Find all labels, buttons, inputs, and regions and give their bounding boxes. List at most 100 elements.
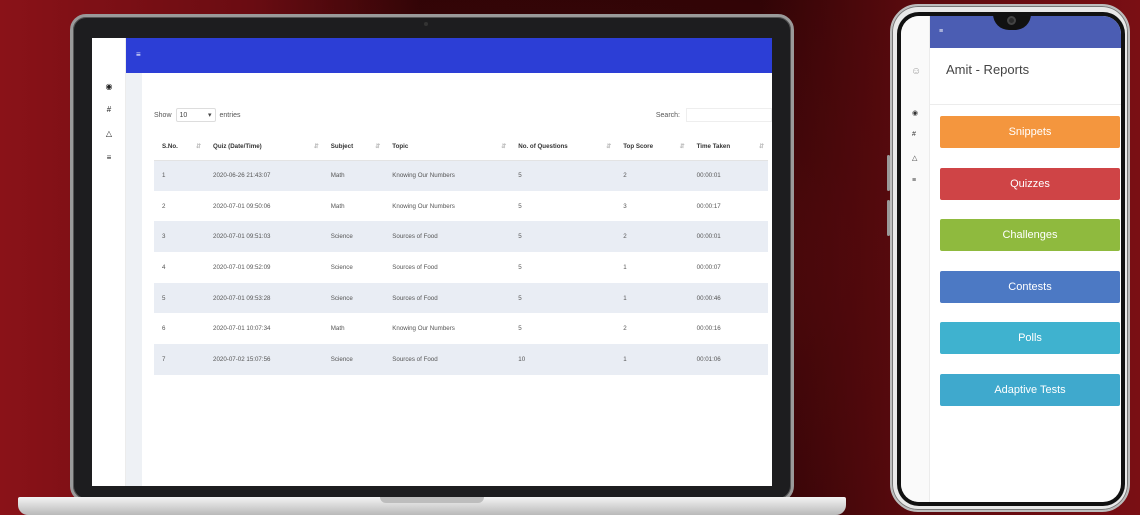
adaptive-tests-button[interactable]: Adaptive Tests xyxy=(940,374,1120,406)
table-cell: 00:00:46 xyxy=(688,282,768,314)
table-cell: 1 xyxy=(154,160,206,191)
phone-screen: ☺ ◉ # △ ≡ ≡ Amit - Reports Snippets Quiz… xyxy=(901,16,1121,502)
table-cell: 2020-07-01 09:51:03 xyxy=(205,221,323,253)
entries-select[interactable]: 10 ▾ xyxy=(175,108,216,122)
table-row: 5 2020-07-01 09:53:28 Science Sources of… xyxy=(154,282,768,314)
table-cell: Science xyxy=(322,221,385,253)
hash-icon[interactable]: # xyxy=(912,131,916,138)
table-cell: 2 xyxy=(615,160,689,191)
table-cell: 00:01:06 xyxy=(688,344,768,375)
column-header[interactable]: Subject ⇵ xyxy=(322,134,385,161)
quiz-report-table: S.No. ⇵ Quiz (Date/Time) ⇵ Subject ⇵ Topic ⇵… xyxy=(154,134,768,375)
table-row: 6 2020-07-01 10:07:34 Math Knowing Our N… xyxy=(154,313,768,345)
table-cell: 2020-07-01 10:07:34 xyxy=(205,313,323,345)
phone-volume-button xyxy=(887,200,890,236)
table-cell: Math xyxy=(322,190,385,222)
table-cell: 5 xyxy=(510,313,616,345)
table-cell: Sources of Food xyxy=(384,344,511,375)
show-label: Show xyxy=(154,111,172,119)
trophy-icon[interactable]: △ xyxy=(912,154,917,162)
table-cell: 2 xyxy=(615,221,689,253)
column-header[interactable]: Quiz (Date/Time) ⇵ xyxy=(205,134,323,161)
table-cell: 3 xyxy=(154,221,206,253)
hamburger-icon[interactable]: ≡ xyxy=(939,28,943,35)
table-cell: Math xyxy=(322,160,385,191)
trophy-icon[interactable]: △ xyxy=(104,129,114,139)
header-divider xyxy=(930,104,1121,105)
show-entries-control: Show 10 ▾ entries xyxy=(154,108,241,122)
table-cell: Science xyxy=(322,252,385,283)
table-cell: Sources of Food xyxy=(384,282,511,314)
table-cell: 5 xyxy=(510,252,616,283)
entries-value: 10 xyxy=(179,111,188,119)
phone-sidebar: ☺ ◉ # △ ≡ xyxy=(901,16,930,502)
table-cell: 5 xyxy=(510,190,616,222)
table-cell: 2 xyxy=(154,190,206,222)
table-cell: 00:00:17 xyxy=(688,190,768,222)
challenges-button[interactable]: Challenges xyxy=(940,219,1120,251)
laptop-screen: ≡ ◉ # △ ≡ Show 10 ▾ entries Search: S.No… xyxy=(92,38,772,486)
contests-button[interactable]: Contests xyxy=(940,271,1120,303)
table-row: 4 2020-07-01 09:52:09 Science Sources of… xyxy=(154,252,768,283)
table-row: 7 2020-07-02 15:07:56 Science Sources of… xyxy=(154,344,768,375)
table-cell: 3 xyxy=(615,190,689,222)
table-header-row: S.No. ⇵ Quiz (Date/Time) ⇵ Subject ⇵ Topic ⇵… xyxy=(154,134,768,161)
table-row: 2 2020-07-01 09:50:06 Math Knowing Our N… xyxy=(154,190,768,222)
app-sidebar: ◉ # △ ≡ xyxy=(92,38,126,486)
table-cell: Math xyxy=(322,313,385,345)
column-header[interactable]: Top Score ⇵ xyxy=(615,134,689,161)
column-header[interactable]: Time Taken ⇵ xyxy=(688,134,768,161)
column-header[interactable]: S.No. ⇵ xyxy=(154,134,206,161)
table-cell: 2 xyxy=(615,313,689,345)
table-row: 1 2020-06-26 21:43:07 Math Knowing Our N… xyxy=(154,160,768,191)
search-input[interactable] xyxy=(686,108,772,122)
table-cell: 00:00:16 xyxy=(688,313,768,345)
table-cell: 5 xyxy=(510,221,616,253)
table-cell: 10 xyxy=(510,344,616,375)
table-cell: 00:00:01 xyxy=(688,221,768,253)
table-cell: Knowing Our Numbers xyxy=(384,313,511,345)
phone-camera xyxy=(1007,16,1016,25)
column-header[interactable]: Topic ⇵ xyxy=(384,134,511,161)
table-cell: 00:00:01 xyxy=(688,160,768,191)
list-icon[interactable]: ≡ xyxy=(104,153,114,163)
table-cell: 00:00:07 xyxy=(688,252,768,283)
polls-button[interactable]: Polls xyxy=(940,322,1120,354)
table-cell: Sources of Food xyxy=(384,252,511,283)
reports-main-panel: Show 10 ▾ entries Search: S.No. ⇵ Quiz (D… xyxy=(142,38,772,486)
table-cell: 2020-07-01 09:53:28 xyxy=(205,282,323,314)
table-row: 3 2020-07-01 09:51:03 Science Sources of… xyxy=(154,221,768,253)
table-cell: Knowing Our Numbers xyxy=(384,160,511,191)
table-cell: Sources of Food xyxy=(384,221,511,253)
table-cell: 5 xyxy=(510,282,616,314)
search-control: Search: xyxy=(656,108,772,122)
list-icon[interactable]: ≡ xyxy=(912,177,916,184)
table-cell: 1 xyxy=(615,252,689,283)
hash-icon[interactable]: # xyxy=(104,105,114,115)
sidebar-divider-strip xyxy=(126,73,142,486)
quizzes-button[interactable]: Quizzes xyxy=(940,168,1120,200)
table-cell: 6 xyxy=(154,313,206,345)
home-icon[interactable]: ◉ xyxy=(104,82,114,92)
table-cell: 2020-07-02 15:07:56 xyxy=(205,344,323,375)
snippets-button[interactable]: Snippets xyxy=(940,116,1120,148)
home-icon[interactable]: ◉ xyxy=(912,109,918,117)
table-cell: 2020-07-01 09:52:09 xyxy=(205,252,323,283)
search-label: Search: xyxy=(655,111,680,119)
table-cell: 5 xyxy=(510,160,616,191)
table-cell: Knowing Our Numbers xyxy=(384,190,511,222)
chevron-down-icon: ▾ xyxy=(208,112,212,119)
phone-volume-button xyxy=(887,155,890,191)
laptop-camera xyxy=(424,22,428,26)
table-cell: 2020-06-26 21:43:07 xyxy=(205,160,323,191)
user-icon[interactable]: ☺ xyxy=(911,66,921,77)
laptop-base-notch xyxy=(380,497,484,503)
column-header[interactable]: No. of Questions ⇵ xyxy=(510,134,616,161)
table-cell: 1 xyxy=(615,344,689,375)
page-title: Amit - Reports xyxy=(946,62,1030,77)
table-cell: 1 xyxy=(615,282,689,314)
table-cell: Science xyxy=(322,282,385,314)
entries-label: entries xyxy=(219,111,241,119)
table-cell: 2020-07-01 09:50:06 xyxy=(205,190,323,222)
table-cell: Science xyxy=(322,344,385,375)
